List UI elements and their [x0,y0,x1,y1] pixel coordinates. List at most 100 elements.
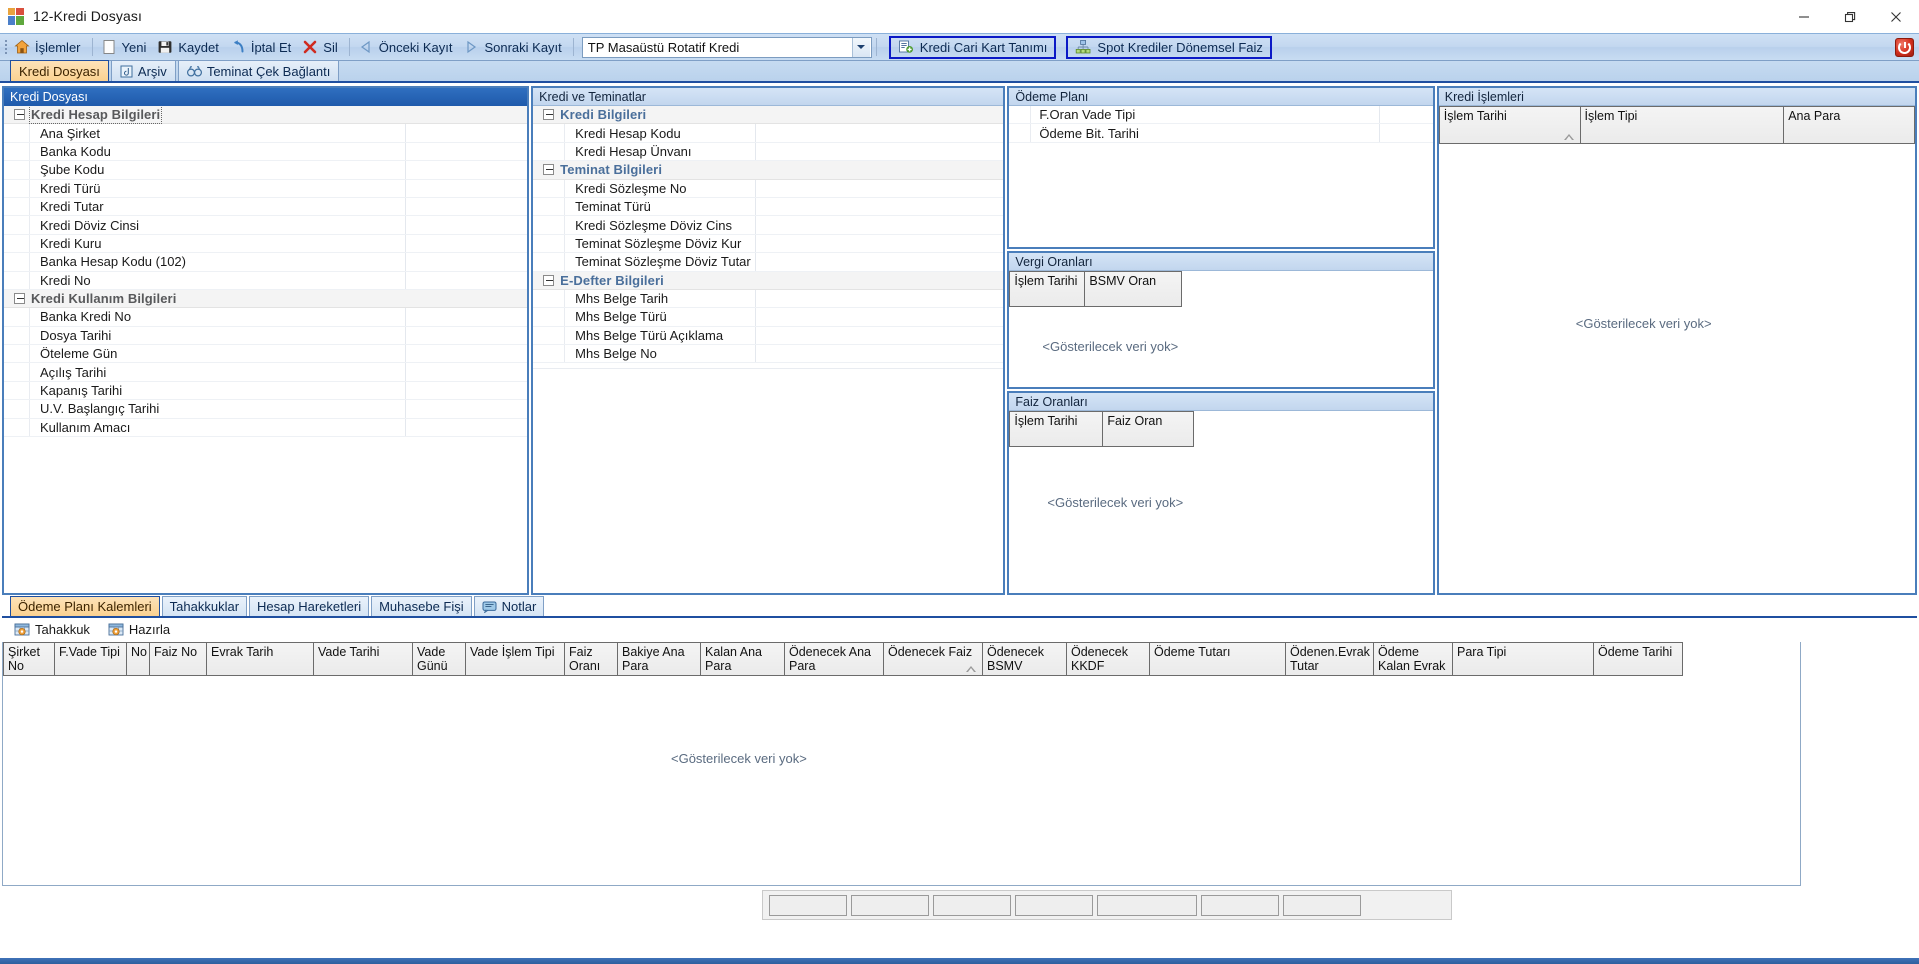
grid-body[interactable]: <Gösterilecek veri yok> [1009,447,1433,593]
property-value[interactable] [1379,124,1432,142]
property-value[interactable] [405,418,527,437]
column-header-islem-tarihi[interactable]: İşlem Tarihi [1438,106,1581,144]
property-value[interactable] [405,234,527,253]
column-header-islem-tarihi[interactable]: İşlem Tarihi [1009,271,1086,307]
property-value[interactable] [755,345,1003,363]
property-row[interactable]: Teminat Sözleşme Döviz Kur [533,234,1004,254]
tab-arsiv[interactable]: Arşiv [110,60,176,81]
toolbar-iptal-et-button[interactable]: İptal Et [226,35,298,59]
property-value[interactable] [405,271,527,289]
property-row[interactable]: Kredi Kuru [4,234,528,254]
property-row[interactable]: Ödeme Bit. Tarihi [1009,124,1433,143]
bottom-tab-odeme-plani-kalemleri[interactable]: Ödeme Planı Kalemleri [10,596,160,616]
restore-icon[interactable] [1827,0,1873,33]
property-value[interactable] [405,161,527,179]
column-header-kalan-ana-para[interactable]: Kalan Ana Para [700,642,785,676]
property-row[interactable]: Mhs Belge Tarih [533,289,1004,309]
property-value[interactable] [405,326,527,345]
kredi-ve-teminatlar-property-grid[interactable]: Kredi Bilgileri Kredi Hesap Kodu Kredi H… [533,106,1004,593]
property-row[interactable]: Açılış Tarihi [4,363,528,382]
status-cell[interactable] [1097,894,1197,916]
collapse-minus-icon[interactable] [543,274,555,286]
toolbar-yeni-button[interactable]: Yeni [97,35,154,59]
power-icon[interactable] [1895,38,1914,57]
column-header-para-tipi[interactable]: Para Tipi [1452,642,1594,676]
property-value[interactable] [755,124,1003,142]
property-group-teminat-bilgileri[interactable]: Teminat Bilgileri [533,161,1004,180]
property-value[interactable] [405,124,527,142]
kredi-islemleri-grid[interactable]: İşlem Tarihi İşlem Tipi Ana Para <Göster… [1438,106,1915,593]
toolbar-grip[interactable] [2,37,10,57]
property-value[interactable] [405,345,527,363]
property-row[interactable]: F.Oran Vade Tipi [1009,106,1433,125]
property-value[interactable] [405,400,527,418]
property-row[interactable]: Kredi Hesap Kodu [533,124,1004,143]
grid-body[interactable]: <Gösterilecek veri yok> [1438,144,1915,593]
column-header-islem-tipi[interactable]: İşlem Tipi [1579,106,1785,144]
column-header-faiz-orani[interactable]: Faiz Oranı [564,642,618,676]
chevron-down-icon[interactable] [851,37,870,57]
property-group-kredi-bilgileri[interactable]: Kredi Bilgileri [533,106,1004,125]
column-header-ana-para[interactable]: Ana Para [1783,106,1915,144]
column-header-faiz-no[interactable]: Faiz No [149,642,207,676]
property-row[interactable]: Şube Kodu [4,161,528,180]
column-header-sirket-no[interactable]: Şirket No [3,642,55,676]
collapse-minus-icon[interactable] [543,164,555,176]
hazirla-button[interactable]: Hazırla [106,618,172,642]
record-selector-combobox[interactable]: TP Masaüstü Rotatif Kredi [581,36,872,58]
column-header-vade-islem-tipi[interactable]: Vade İşlem Tipi [465,642,565,676]
column-header-faiz-oran[interactable]: Faiz Oran [1102,411,1195,447]
odeme-plani-property-grid[interactable]: F.Oran Vade Tipi Ödeme Bit. Tarihi [1009,106,1433,247]
column-header-bsmv-oran[interactable]: BSMV Oran [1084,271,1183,307]
property-value[interactable] [405,381,527,400]
property-value[interactable] [1379,106,1432,124]
column-header-odeme-tutari[interactable]: Ödeme Tutarı [1149,642,1286,676]
property-value[interactable] [405,363,527,381]
property-row[interactable]: U.V. Başlangıç Tarihi [4,400,528,419]
property-row[interactable]: Kredi Sözleşme No [533,179,1004,198]
column-header-odenecek-ana-para[interactable]: Ödenecek Ana Para [784,642,884,676]
property-row[interactable]: Kredi Döviz Cinsi [4,216,528,235]
property-value[interactable] [755,289,1003,308]
property-value[interactable] [405,142,527,161]
grid-body[interactable]: <Gösterilecek veri yok> [3,676,1800,885]
bottom-tab-muhasebe-fisi[interactable]: Muhasebe Fişi [371,596,472,616]
kredi-cari-kart-tanimi-button[interactable]: Kredi Cari Kart Tanımı [888,35,1057,59]
property-value[interactable] [755,253,1003,271]
property-value[interactable] [755,216,1003,234]
faiz-oranlari-grid[interactable]: İşlem Tarihi Faiz Oran <Gösterilecek ver… [1009,411,1433,593]
property-row[interactable]: Banka Hesap Kodu (102) [4,253,528,272]
column-header-bakiye-ana-para[interactable]: Bakiye Ana Para [617,642,701,676]
column-header-odeme-tarihi[interactable]: Ödeme Tarihi [1593,642,1683,676]
grid-body[interactable]: <Gösterilecek veri yok> [1009,307,1433,387]
property-row[interactable]: Teminat Türü [533,197,1004,217]
spot-krediler-donemsel-faiz-button[interactable]: Spot Krediler Dönemsel Faiz [1066,35,1272,59]
kredi-dosyasi-property-grid[interactable]: Kredi Hesap Bilgileri Ana Şirket Banka K… [4,106,528,593]
collapse-minus-icon[interactable] [14,109,25,121]
property-row[interactable]: Kapanış Tarihi [4,381,528,401]
close-icon[interactable] [1873,0,1919,33]
column-header-evrak-tarih[interactable]: Evrak Tarih [206,642,314,676]
collapse-minus-icon[interactable] [543,109,555,121]
status-cell[interactable] [1201,894,1279,916]
column-header-no[interactable]: No [126,642,150,676]
property-row[interactable]: Kredi Hesap Ünvanı [533,142,1004,162]
property-value[interactable] [755,308,1003,326]
property-row[interactable]: Kullanım Amacı [4,418,528,438]
tab-teminat-cek-baglanti[interactable]: Teminat Çek Bağlantı [177,60,340,81]
property-row[interactable]: Öteleme Gün [4,345,528,364]
column-header-odenecek-kkdf[interactable]: Ödenecek KKDF [1066,642,1150,676]
collapse-minus-icon[interactable] [14,293,25,305]
status-cell[interactable] [851,894,929,916]
property-value[interactable] [755,234,1003,253]
property-value[interactable] [405,216,527,234]
vergi-oranlari-grid[interactable]: İşlem Tarihi BSMV Oran <Gösterilecek ver… [1009,271,1433,387]
toolbar-onceki-kayit-button[interactable]: Önceki Kayıt [354,35,460,59]
property-row[interactable]: Kredi Türü [4,179,528,198]
property-value[interactable] [405,308,527,326]
property-value[interactable] [405,179,527,197]
status-cell[interactable] [933,894,1011,916]
property-value[interactable] [405,197,527,216]
bottom-tab-notlar[interactable]: Notlar [473,596,545,616]
column-header-vade-gunu[interactable]: Vade Günü [412,642,466,676]
